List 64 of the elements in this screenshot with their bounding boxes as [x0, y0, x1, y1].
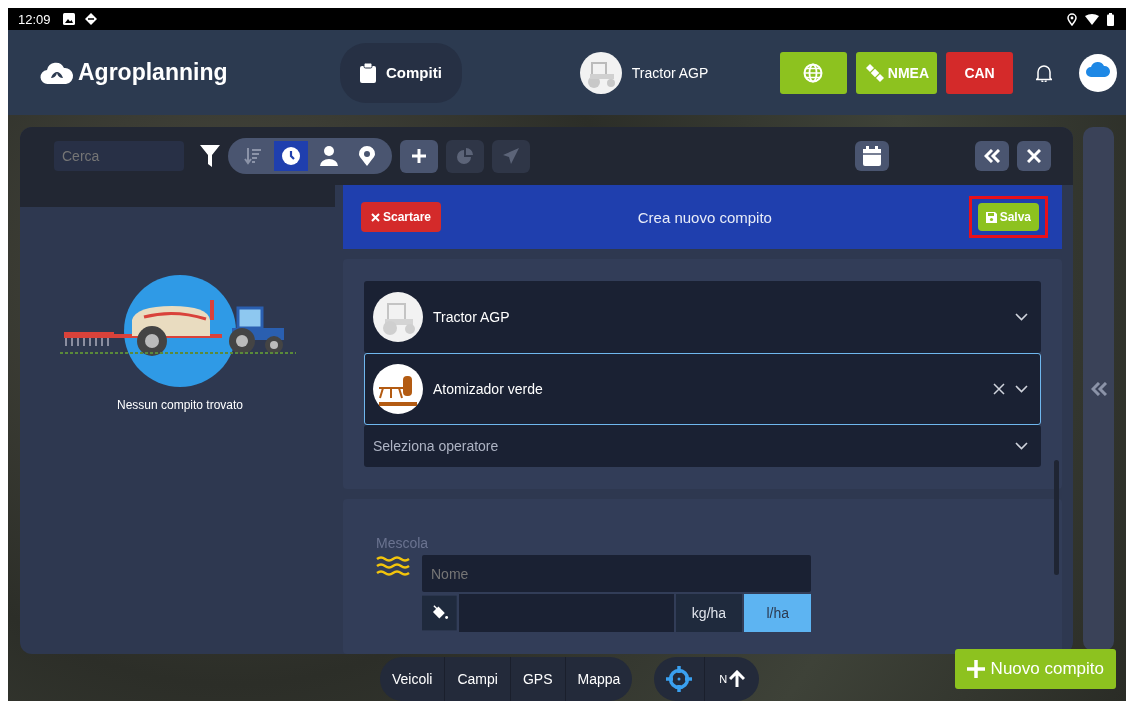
mix-label: Mescola [376, 535, 430, 551]
location-icon [359, 146, 375, 166]
form-title: Crea nuovo compito [636, 208, 773, 226]
double-chevron-left-icon [984, 149, 1001, 163]
clear-icon[interactable] [993, 383, 1005, 395]
paint-bucket-icon [422, 594, 457, 632]
sprayer-avatar-icon [373, 364, 423, 414]
plus-icon [411, 148, 427, 164]
chevron-down-icon[interactable] [1015, 385, 1028, 393]
sort-icon [244, 147, 262, 165]
clock-time: 12:09 [18, 11, 51, 27]
map-layer-tab[interactable]: Veicoli [380, 657, 445, 701]
send-icon [503, 148, 519, 164]
chevron-down-icon[interactable] [1015, 313, 1028, 321]
can-button[interactable]: CAN [946, 51, 1014, 94]
clock-icon [281, 146, 301, 166]
close-icon [1027, 149, 1042, 163]
tractor-avatar-icon [373, 292, 423, 342]
filter-icon[interactable] [200, 145, 220, 167]
wifi-icon [1085, 13, 1099, 25]
select-placeholder: Seleziona operatore [373, 438, 499, 454]
close-button[interactable] [1017, 141, 1052, 171]
name-field[interactable]: Nome [422, 555, 811, 592]
search-field[interactable]: Cerca [54, 141, 184, 171]
select-value: Tractor AGP [433, 309, 510, 325]
calendar-button[interactable] [855, 141, 890, 171]
unit-toggle[interactable]: kg/ha [675, 594, 743, 632]
close-icon [371, 212, 380, 222]
globe-icon [803, 62, 824, 83]
plus-icon [966, 660, 985, 678]
chevron-down-icon[interactable] [1015, 442, 1028, 450]
tasks-tab[interactable]: Compiti [340, 42, 462, 103]
empty-state-message: Nessun compito trovato [116, 398, 244, 412]
location-icon [1067, 12, 1077, 26]
profile-avatar-icon[interactable] [1079, 53, 1118, 92]
dose-field[interactable] [458, 594, 674, 632]
select-field[interactable]: Seleziona operatore [364, 425, 1041, 467]
app-name: Agroplanning [78, 59, 228, 86]
unit-toggle[interactable]: l/ha [744, 594, 811, 632]
tractor-avatar-icon [579, 51, 622, 94]
collapse-button[interactable] [975, 141, 1010, 171]
cloud-leaf-logo-icon [40, 60, 74, 85]
image-icon [62, 13, 75, 25]
vehicle-name: Tractor AGP [631, 64, 709, 81]
pie-chart-icon [457, 148, 473, 164]
add-button[interactable] [400, 139, 438, 173]
expand-panel-icon[interactable] [1090, 382, 1107, 396]
clipboard-icon [360, 62, 376, 83]
select-value: Atomizador verde [433, 381, 543, 397]
clock-button[interactable] [274, 141, 308, 171]
select-field[interactable]: Tractor AGP [364, 281, 1041, 353]
globe-button[interactable] [779, 51, 847, 94]
map-layer-tab[interactable]: Mappa [564, 657, 633, 701]
crosshair-icon [666, 666, 693, 692]
discard-button[interactable]: Scartare [361, 202, 442, 232]
battery-icon [1107, 12, 1114, 26]
map-layer-tab[interactable]: GPS [509, 657, 565, 701]
person-icon [320, 146, 338, 166]
select-field[interactable]: Atomizador verde [364, 353, 1041, 425]
map-layer-tab[interactable]: Campi [444, 657, 510, 701]
bell-icon[interactable] [1036, 63, 1053, 82]
arrow-up-icon [729, 670, 746, 688]
waves-icon [376, 555, 410, 577]
calendar-icon [863, 146, 882, 166]
